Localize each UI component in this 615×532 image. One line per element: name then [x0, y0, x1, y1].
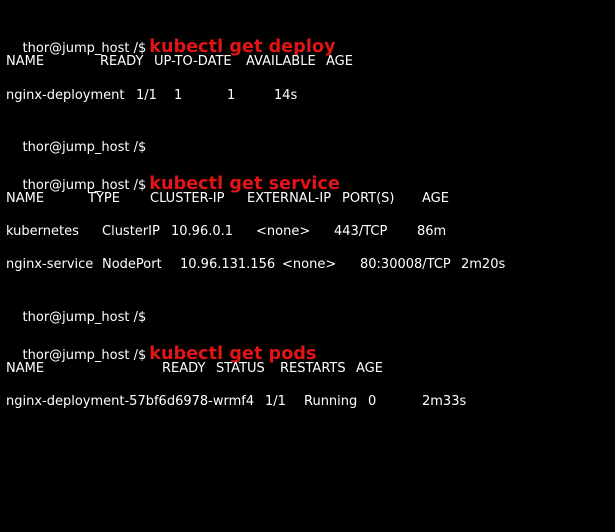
table-cell: <none> — [282, 257, 337, 272]
command-line-pods: thor@jump_host /$ kubectl get pods — [6, 324, 317, 364]
table-row: nginx-service NodePort 10.96.131.156 <no… — [6, 255, 606, 275]
table-cell: 2m20s — [461, 257, 506, 272]
table-cell: 0 — [368, 394, 377, 409]
table-cell: nginx-deployment — [6, 88, 125, 103]
column-header: CLUSTER-IP — [150, 191, 225, 206]
column-header: UP-TO-DATE — [154, 54, 232, 69]
table-cell: 10.96.131.156 — [180, 257, 276, 272]
table-row: nginx-deployment 1/1 1 1 14s — [6, 86, 606, 106]
terminal-window[interactable]: thor@jump_host /$ kubectl get deploy NAME… — [0, 0, 615, 424]
table-cell: 86m — [417, 224, 447, 239]
column-header: TYPE — [88, 191, 120, 206]
column-header: NAME — [6, 361, 45, 376]
shell-prompt: thor@jump_host /$ — [22, 310, 147, 325]
table-row: kubernetes ClusterIP 10.96.0.1 <none> 44… — [6, 222, 606, 242]
column-header: AGE — [326, 54, 353, 69]
pods-table-header: NAME READY STATUS RESTARTS AGE — [6, 359, 606, 379]
shell-prompt: thor@jump_host /$ — [22, 140, 147, 155]
column-header: NAME — [6, 54, 45, 69]
table-row: nginx-deployment-57bf6d6978-wrmf4 1/1 Ru… — [6, 392, 606, 412]
command-line-deploy: thor@jump_host /$ kubectl get deploy — [6, 17, 336, 57]
table-cell: 1/1 — [265, 394, 286, 409]
table-cell: 80:30008/TCP — [360, 257, 451, 272]
table-cell: 1 — [174, 88, 183, 103]
table-cell: 1 — [227, 88, 236, 103]
service-table-header: NAME TYPE CLUSTER-IP EXTERNAL-IP PORT(S)… — [6, 189, 606, 209]
column-header: STATUS — [216, 361, 265, 376]
deploy-table-header: NAME READY UP-TO-DATE AVAILABLE AGE — [6, 52, 606, 72]
empty-prompt-line: thor@jump_host /$ — [6, 118, 147, 155]
column-header: AGE — [356, 361, 383, 376]
column-header: READY — [162, 361, 206, 376]
table-cell: nginx-service — [6, 257, 94, 272]
table-cell: 1/1 — [136, 88, 157, 103]
column-header: NAME — [6, 191, 45, 206]
empty-prompt-line: thor@jump_host /$ — [6, 288, 147, 325]
column-header: AGE — [422, 191, 449, 206]
table-cell: 443/TCP — [334, 224, 388, 239]
column-header: RESTARTS — [280, 361, 346, 376]
table-cell: <none> — [256, 224, 311, 239]
table-cell: Running — [304, 394, 358, 409]
table-cell: NodePort — [102, 257, 162, 272]
column-header: PORT(S) — [342, 191, 395, 206]
column-header: AVAILABLE — [246, 54, 316, 69]
table-cell: kubernetes — [6, 224, 79, 239]
table-cell: ClusterIP — [102, 224, 160, 239]
column-header: READY — [100, 54, 144, 69]
command-line-service: thor@jump_host /$ kubectl get service — [6, 154, 340, 194]
table-cell: nginx-deployment-57bf6d6978-wrmf4 — [6, 394, 255, 409]
column-header: EXTERNAL-IP — [247, 191, 332, 206]
table-cell: 2m33s — [422, 394, 467, 409]
table-cell: 10.96.0.1 — [171, 224, 234, 239]
table-cell: 14s — [274, 88, 298, 103]
